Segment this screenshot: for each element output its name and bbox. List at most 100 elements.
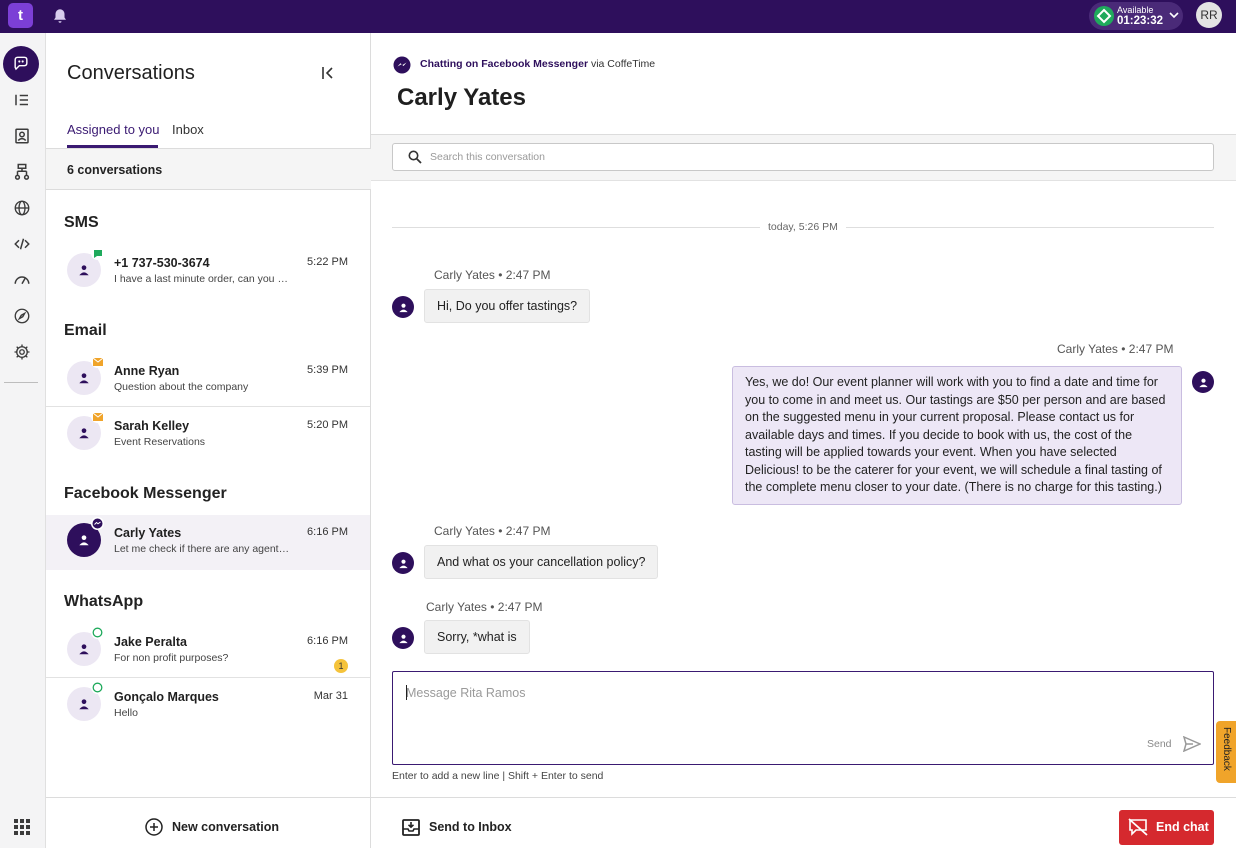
send-icon[interactable] xyxy=(1183,736,1201,752)
nav-channels[interactable] xyxy=(4,190,40,226)
gear-icon xyxy=(14,344,30,360)
user-avatar[interactable]: RR xyxy=(1196,2,1222,28)
send-to-inbox-label: Send to Inbox xyxy=(429,820,512,834)
nav-analytics[interactable] xyxy=(4,262,40,298)
nav-apps[interactable] xyxy=(4,809,40,845)
message-composer[interactable]: Message Rita Ramos Send xyxy=(392,671,1214,765)
available-status-icon xyxy=(1094,6,1114,26)
inbox-icon xyxy=(402,819,420,836)
person-icon xyxy=(79,373,89,384)
search-input[interactable]: Search this conversation xyxy=(392,143,1214,171)
person-icon xyxy=(398,634,408,643)
search-icon xyxy=(408,150,422,164)
person-icon xyxy=(79,535,89,546)
contact-avatar xyxy=(392,552,414,574)
nav-developer[interactable] xyxy=(4,226,40,262)
contact-name-heading: Carly Yates xyxy=(397,84,526,111)
contacts-icon xyxy=(15,128,29,144)
email-channel-icon xyxy=(91,410,104,423)
contact-name: Carly Yates xyxy=(114,526,182,540)
message-time: Mar 31 xyxy=(313,690,348,702)
tab-assigned-to-you[interactable]: Assigned to you xyxy=(67,122,160,137)
message-bubble-outgoing: Yes, we do! Our event planner will work … xyxy=(732,366,1182,505)
conversation-count: 6 conversations xyxy=(67,163,163,177)
message-time: 5:20 PM xyxy=(307,419,348,431)
person-icon xyxy=(79,699,89,710)
section-title-sms: SMS xyxy=(64,214,99,231)
end-chat-label: End chat xyxy=(1156,820,1209,834)
whatsapp-channel-icon xyxy=(91,681,104,694)
app-logo[interactable]: t xyxy=(8,3,33,28)
sms-channel-icon xyxy=(91,247,104,260)
nav-explore[interactable] xyxy=(4,298,40,334)
person-icon xyxy=(79,428,89,439)
send-button-label[interactable]: Send xyxy=(1147,738,1172,750)
message-preview: Hello xyxy=(114,707,138,719)
conversation-item[interactable]: Gonçalo Marques Hello Mar 31 xyxy=(46,679,370,734)
unread-badge: 1 xyxy=(334,659,348,673)
feedback-tab[interactable]: Feedback xyxy=(1216,721,1236,783)
compass-icon xyxy=(14,308,30,324)
contact-name: Gonçalo Marques xyxy=(114,690,219,704)
message-preview: Question about the company xyxy=(114,381,249,393)
section-title-whatsapp: WhatsApp xyxy=(64,593,144,610)
person-icon xyxy=(398,559,408,568)
panel-title: Conversations xyxy=(67,62,195,84)
message-meta: Carly Yates • 2:47 PM xyxy=(434,524,551,538)
nav-contacts[interactable] xyxy=(4,118,40,154)
search-placeholder: Search this conversation xyxy=(430,151,545,163)
message-bubble-incoming: And what os your cancellation policy? xyxy=(424,545,659,579)
contact-avatar xyxy=(392,296,414,318)
globe-icon xyxy=(14,200,30,216)
conversation-item[interactable]: Sarah Kelley Event Reservations 5:20 PM xyxy=(46,408,370,463)
message-time: 5:39 PM xyxy=(307,364,348,376)
messenger-channel-icon xyxy=(91,517,104,530)
date-separator: today, 5:26 PM xyxy=(760,221,846,233)
channel-name: Chatting on Facebook Messenger xyxy=(420,58,589,70)
conversations-panel: Conversations Assigned to you Inbox 6 co… xyxy=(46,33,371,848)
availability-dropdown[interactable]: Available 01:23:32 xyxy=(1089,2,1183,30)
composer-placeholder: Message Rita Ramos xyxy=(406,686,526,700)
messenger-icon xyxy=(393,56,411,74)
rail-divider xyxy=(4,382,38,383)
flows-icon xyxy=(14,163,30,180)
message-preview: I have a last minute order, can you help… xyxy=(114,273,292,285)
feedback-label: Feedback xyxy=(1221,727,1232,771)
message-bubble-incoming: Sorry, *what is xyxy=(424,620,530,654)
nav-rail xyxy=(0,33,46,848)
person-icon xyxy=(79,265,89,276)
conversation-item-selected[interactable]: Carly Yates Let me check if there are an… xyxy=(46,515,370,570)
conversation-item[interactable]: +1 737-530-3674 I have a last minute ord… xyxy=(46,245,370,300)
item-divider xyxy=(46,406,370,407)
conversation-count-bar: 6 conversations xyxy=(46,148,371,190)
message-time: 6:16 PM xyxy=(307,526,348,538)
nav-lists[interactable] xyxy=(4,82,40,118)
message-meta: Carly Yates • 2:47 PM xyxy=(434,268,551,282)
email-channel-icon xyxy=(91,355,104,368)
person-icon xyxy=(79,644,89,655)
section-title-facebook-messenger: Facebook Messenger xyxy=(64,485,227,502)
list-icon xyxy=(15,94,28,106)
nav-settings[interactable] xyxy=(4,334,40,370)
contact-name: Jake Peralta xyxy=(114,635,187,649)
conversation-item[interactable]: Anne Ryan Question about the company 5:3… xyxy=(46,353,370,408)
message-preview: Let me check if there are any agents ava… xyxy=(114,543,292,555)
contact-name: +1 737-530-3674 xyxy=(114,256,210,270)
collapse-panel-icon[interactable] xyxy=(320,65,336,81)
composer-hint: Enter to add a new line | Shift + Enter … xyxy=(392,770,604,782)
whatsapp-channel-icon xyxy=(91,626,104,639)
contact-name: Sarah Kelley xyxy=(114,419,190,433)
new-conversation-button[interactable]: New conversation xyxy=(46,797,371,848)
status-timer: 01:23:32 xyxy=(1117,15,1164,27)
end-chat-button[interactable]: End chat xyxy=(1119,810,1214,845)
status-label: Available xyxy=(1117,5,1154,15)
chevron-down-icon xyxy=(1169,12,1179,19)
nav-flows[interactable] xyxy=(4,154,40,190)
conversation-item[interactable]: Jake Peralta For non profit purposes? 6:… xyxy=(46,624,370,679)
end-chat-icon xyxy=(1128,818,1148,836)
tab-inbox[interactable]: Inbox xyxy=(172,122,204,137)
new-conversation-label: New conversation xyxy=(172,820,279,834)
channel-via: via CoffeTime xyxy=(590,58,656,70)
bell-icon[interactable] xyxy=(51,7,69,25)
nav-conversations[interactable] xyxy=(3,46,39,82)
